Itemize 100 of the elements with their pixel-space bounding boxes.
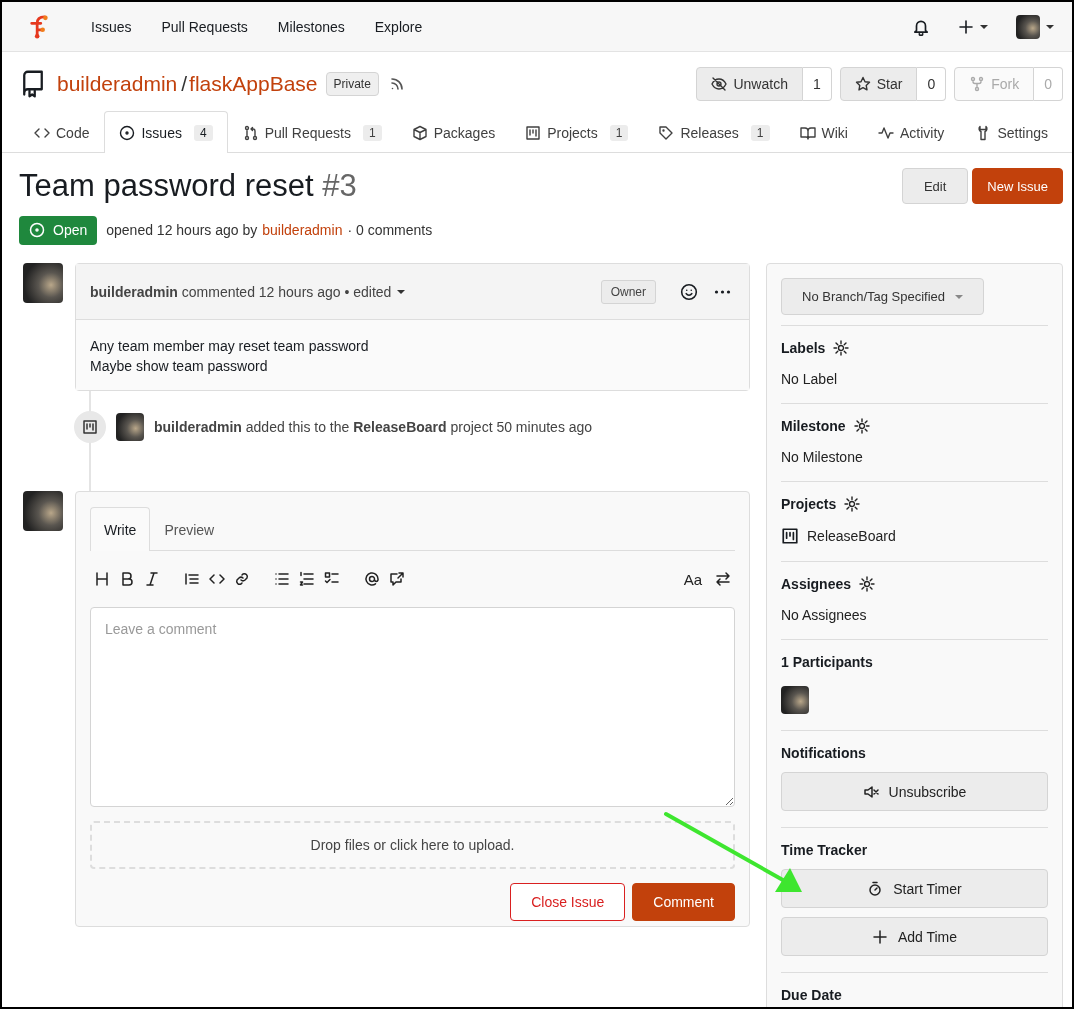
state-badge: Open bbox=[19, 215, 98, 245]
quote-icon bbox=[184, 571, 200, 587]
toolbar-button[interactable] bbox=[209, 571, 225, 587]
comment-header-text: builderadmin commented 12 hours ago • edited bbox=[90, 283, 392, 300]
repo-tab[interactable]: Packages bbox=[396, 112, 511, 153]
comment-text: Maybe show team password bbox=[90, 357, 269, 376]
user-menu-button[interactable] bbox=[1016, 14, 1054, 39]
repo-tab[interactable]: Code bbox=[19, 112, 105, 153]
repo-tab[interactable]: Issues 4 bbox=[104, 111, 228, 153]
rss-icon bbox=[388, 76, 405, 92]
logo-icon[interactable] bbox=[28, 13, 50, 40]
mention-icon bbox=[364, 571, 380, 587]
kebab-icon bbox=[714, 289, 731, 294]
repo-owner-link[interactable]: builderadmin bbox=[57, 72, 178, 96]
toolbar-button[interactable] bbox=[389, 571, 405, 587]
comment-count: · 0 comments bbox=[347, 222, 433, 238]
toolbar-button[interactable] bbox=[299, 571, 315, 587]
reaction-button[interactable] bbox=[680, 282, 698, 301]
section-value: No Assignees bbox=[781, 607, 868, 623]
tag-icon bbox=[658, 125, 675, 141]
count-label: 0 bbox=[917, 67, 947, 101]
comment-field[interactable]: Leave a comment bbox=[90, 607, 735, 807]
repo-tab[interactable]: Pull Requests 1 bbox=[227, 112, 397, 153]
toolbar-button[interactable] bbox=[144, 571, 160, 587]
project-link[interactable]: ReleaseBoard bbox=[807, 528, 896, 544]
issue-open-icon bbox=[29, 222, 45, 238]
section-title: Due Date bbox=[781, 987, 842, 1003]
repo-tab[interactable]: Releases 1 bbox=[643, 112, 785, 153]
path-separator: / bbox=[181, 72, 188, 96]
nav-link[interactable]: Explore bbox=[359, 18, 438, 35]
activity-icon bbox=[877, 125, 894, 141]
plus-icon bbox=[871, 928, 888, 945]
file-dropzone[interactable]: Drop files or click here to upload. bbox=[90, 821, 735, 869]
star-icon bbox=[854, 76, 871, 92]
repo-action-button[interactable]: Unwatch bbox=[696, 67, 803, 101]
section-title: 1 Participants bbox=[781, 654, 873, 670]
branch-dropdown[interactable]: No Branch/Tag Specified bbox=[781, 278, 985, 315]
editor-tab[interactable]: Preview bbox=[150, 507, 229, 551]
settings-tab[interactable]: Settings bbox=[960, 112, 1063, 153]
repo-tab[interactable]: Activity bbox=[862, 112, 960, 153]
comment-action-button[interactable]: Close Issue bbox=[510, 883, 626, 921]
numbered-list-icon bbox=[299, 571, 315, 587]
comment-text: Any team member may reset team password bbox=[90, 337, 370, 356]
bold-icon bbox=[119, 571, 135, 587]
toolbar-button[interactable] bbox=[119, 571, 135, 587]
issue-meta-text: opened 12 hours ago by bbox=[106, 222, 258, 238]
editor-tab[interactable]: Write bbox=[90, 507, 151, 551]
caret-icon[interactable] bbox=[397, 289, 406, 294]
repo-action-button[interactable]: Star bbox=[839, 67, 918, 101]
toolbar-button[interactable] bbox=[274, 571, 290, 587]
code-icon bbox=[209, 571, 225, 587]
issue-title: Team password reset #3 bbox=[19, 168, 358, 204]
reference-icon bbox=[389, 571, 405, 587]
repo-tab[interactable]: Wiki bbox=[784, 112, 863, 153]
role-label: Owner bbox=[600, 279, 656, 304]
section-title: Assignees bbox=[781, 576, 852, 592]
plus-icon bbox=[958, 18, 974, 35]
section-title: Projects bbox=[781, 496, 837, 512]
nav-link[interactable]: Pull Requests bbox=[146, 18, 263, 35]
sidebar-button[interactable]: Add Time bbox=[781, 917, 1048, 956]
section-title: Milestone bbox=[781, 418, 846, 434]
repo-name-link[interactable]: flaskAppBase bbox=[189, 72, 318, 96]
fork-icon bbox=[969, 76, 986, 92]
sidebar-button[interactable]: Start Timer bbox=[781, 869, 1048, 908]
section-value: No Milestone bbox=[781, 449, 864, 465]
package-icon bbox=[411, 125, 428, 141]
issue-action-button[interactable]: Edit bbox=[901, 168, 969, 204]
nav-link[interactable]: Issues bbox=[76, 18, 147, 35]
issue-action-button[interactable]: New Issue bbox=[972, 168, 1063, 204]
section-value: No Label bbox=[781, 371, 839, 387]
toolbar-button[interactable] bbox=[364, 571, 380, 587]
project-icon bbox=[525, 125, 542, 141]
more-button[interactable] bbox=[714, 289, 731, 294]
bullet-list-icon bbox=[274, 571, 290, 587]
section-title: Time Tracker bbox=[781, 842, 868, 858]
toolbar-button[interactable] bbox=[234, 571, 250, 587]
text-style-button[interactable]: Aa bbox=[683, 570, 702, 588]
avatar-placeholder bbox=[23, 263, 63, 303]
comment-action-button[interactable]: Comment bbox=[632, 883, 735, 921]
create-menu-button[interactable] bbox=[958, 18, 988, 35]
author-link[interactable]: builderadmin bbox=[262, 222, 343, 238]
toolbar-button[interactable] bbox=[715, 571, 731, 587]
toolbar-button[interactable] bbox=[184, 571, 200, 587]
count-label: 1 bbox=[802, 67, 832, 101]
project-icon bbox=[82, 419, 98, 435]
heading-icon bbox=[94, 571, 110, 587]
event-text: builderadmin added this to the ReleaseBoard project 50 minutes ago bbox=[154, 419, 593, 435]
count-label: 0 bbox=[1034, 67, 1063, 101]
italic-icon bbox=[144, 571, 160, 587]
pull-request-icon bbox=[242, 125, 259, 141]
sidebar-button[interactable]: Unsubscribe bbox=[781, 772, 1048, 811]
link-icon bbox=[234, 571, 250, 587]
swap-icon bbox=[715, 571, 731, 587]
avatar-placeholder bbox=[23, 491, 63, 531]
repo-tab[interactable]: Projects 1 bbox=[510, 112, 644, 153]
nav-link[interactable]: Milestones bbox=[262, 18, 360, 35]
section-title: Notifications bbox=[781, 745, 866, 761]
mute-icon bbox=[862, 783, 879, 800]
toolbar-button[interactable] bbox=[94, 571, 110, 587]
book-icon bbox=[799, 125, 816, 141]
